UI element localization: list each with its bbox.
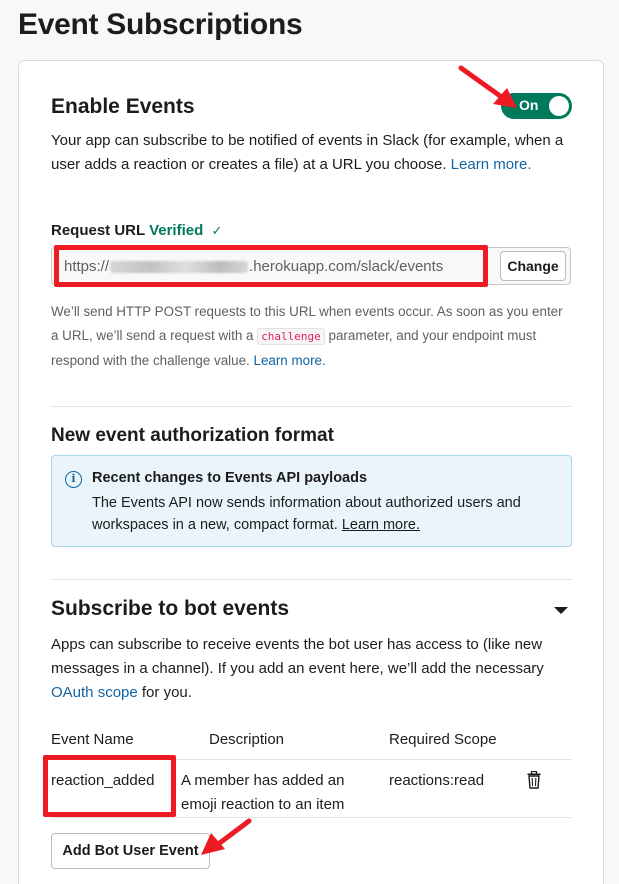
request-url-label: Request URL xyxy=(51,222,145,239)
event-scope: reactions:read xyxy=(389,772,485,789)
request-url-help: We’ll send HTTP POST requests to this UR… xyxy=(51,300,571,373)
toggle-knob xyxy=(549,96,569,116)
add-bot-user-event-button[interactable]: Add Bot User Event xyxy=(51,833,210,869)
annotation-arrow-toggle xyxy=(458,65,517,108)
verified-label: Verified xyxy=(149,222,204,239)
trash-icon[interactable] xyxy=(527,771,541,789)
caret-down-icon[interactable] xyxy=(554,607,568,614)
info-body: The Events API now sends information abo… xyxy=(92,492,562,536)
check-icon: ✓ xyxy=(211,223,223,238)
column-required-scope: Required Scope xyxy=(389,731,497,748)
page-title: Event Subscriptions xyxy=(18,8,303,41)
request-url-label-row: Request URL Verified ✓ xyxy=(51,222,222,239)
annotation-box-url xyxy=(54,245,488,287)
auth-format-heading: New event authorization format xyxy=(51,425,334,446)
event-description: A member has added an emoji reaction to … xyxy=(181,772,345,813)
enable-events-heading: Enable Events xyxy=(51,95,195,118)
annotation-box-event xyxy=(43,755,176,817)
info-learn-more-link[interactable]: Learn more. xyxy=(342,517,420,533)
column-description: Description xyxy=(209,731,285,748)
table-row-divider xyxy=(51,817,572,818)
enable-events-description: Your app can subscribe to be notified of… xyxy=(51,129,572,177)
bot-events-text: Apps can subscribe to receive events the… xyxy=(51,636,544,677)
section-divider xyxy=(51,579,572,580)
annotation-arrow-add xyxy=(201,818,252,855)
oauth-scope-link[interactable]: OAuth scope xyxy=(51,684,138,701)
bot-events-description: Apps can subscribe to receive events the… xyxy=(51,633,572,705)
change-url-button[interactable]: Change xyxy=(500,251,566,281)
info-banner: i Recent changes to Events API payloads … xyxy=(51,455,572,547)
info-title: Recent changes to Events API payloads xyxy=(92,470,368,486)
learn-more-link[interactable]: Learn more. xyxy=(451,156,532,173)
section-divider xyxy=(51,406,572,407)
bot-events-heading: Subscribe to bot events xyxy=(51,597,290,620)
info-body-text: The Events API now sends information abo… xyxy=(92,495,521,533)
challenge-code: challenge xyxy=(257,328,325,345)
help-learn-more-link[interactable]: Learn more. xyxy=(254,353,326,368)
column-event-name: Event Name xyxy=(51,731,134,748)
bot-events-suffix: for you. xyxy=(141,684,192,701)
info-icon: i xyxy=(65,471,82,488)
